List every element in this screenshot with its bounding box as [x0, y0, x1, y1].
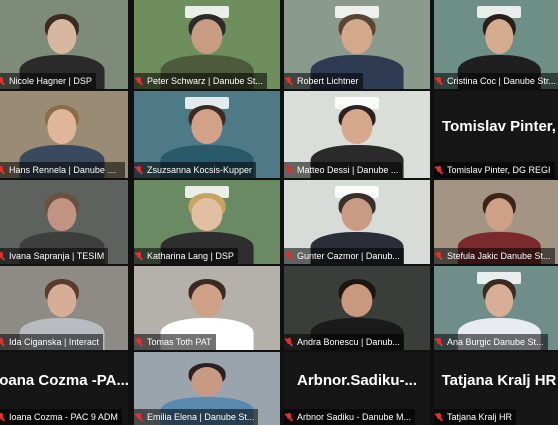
participant-name-bar: Ioana Cozma - PAC 9 ADM — [0, 409, 122, 425]
participant-name: Ana Burgic Danube St... — [447, 337, 544, 347]
participant-name: Gunter Cazmor | Danub... — [297, 251, 400, 261]
participant-name-bar: Tomas Toth PAT — [134, 334, 216, 350]
participant-display-name: Arbnor.Sadiku-... — [296, 372, 417, 389]
participant-tile[interactable]: Robert Lichtner — [284, 0, 430, 89]
participant-name: Ioana Cozma - PAC 9 ADM — [9, 412, 118, 422]
mic-muted-icon — [136, 412, 143, 422]
participant-tile[interactable]: Tomislav Pinter, Tomislav Pinter, DG REGI — [434, 91, 558, 178]
mic-muted-icon — [436, 165, 443, 175]
participant-tile[interactable]: Ana Burgic Danube St... — [434, 266, 558, 350]
participant-name-bar: Arbnor Sadiku - Danube M... — [284, 409, 416, 425]
participant-tile[interactable]: Stefula Jakic Danube St... — [434, 180, 558, 264]
participant-name-bar: Matteo Dessi | Danube ... — [284, 162, 403, 178]
participant-tile[interactable]: Zsuzsanna Kocsis-Kupper — [134, 91, 280, 178]
mic-muted-icon — [136, 76, 143, 86]
participant-display-name: Tatjana Kralj HR — [441, 372, 557, 389]
participant-name: Ida Ciganska | Interact — [9, 337, 99, 347]
participant-tile[interactable]: Ivana Sapranja | TESIM — [0, 180, 128, 264]
participant-name: Tomas Toth PAT — [147, 337, 212, 347]
participant-tile[interactable]: Cristina Coc | Danube Str... — [434, 0, 558, 89]
participant-tile[interactable]: Ioana Cozma -PA... Ioana Cozma - PAC 9 AD… — [0, 352, 128, 425]
participant-name-bar: Hans Rennela | Danube St... — [0, 162, 126, 178]
participant-name: Tatjana Kralj HR — [447, 412, 513, 422]
participant-name-bar: Emilia Elena | Danube St... — [134, 409, 259, 425]
participant-name: Tomislav Pinter, DG REGI — [447, 165, 551, 175]
participant-name: Robert Lichtner — [297, 76, 359, 86]
participant-name: Nicole Hagner | DSP — [9, 76, 92, 86]
participant-name-bar: Katharina Lang | DSP — [134, 248, 238, 264]
participant-name: Stefula Jakic Danube St... — [447, 251, 551, 261]
participant-tile[interactable]: Peter Schwarz | Danube St... — [134, 0, 280, 89]
mic-muted-icon — [136, 165, 143, 175]
participant-tile[interactable]: Andra Bonescu | Danub... — [284, 266, 430, 350]
participant-name-bar: Stefula Jakic Danube St... — [434, 248, 555, 264]
participant-tile[interactable]: Tomas Toth PAT — [134, 266, 280, 350]
participant-tile[interactable]: Ida Ciganska | Interact — [0, 266, 128, 350]
mic-muted-icon — [436, 337, 443, 347]
mic-muted-icon — [286, 337, 293, 347]
participant-name-bar: Ivana Sapranja | TESIM — [0, 248, 109, 264]
participant-name: Hans Rennela | Danube St... — [9, 165, 122, 175]
participant-name: Ivana Sapranja | TESIM — [9, 251, 105, 261]
mic-muted-icon — [136, 337, 143, 347]
participant-tile[interactable]: Emilia Elena | Danube St... — [134, 352, 280, 425]
mic-muted-icon — [0, 76, 5, 86]
video-grid: Nicole Hagner | DSP Peter Schwarz | Danub… — [0, 0, 558, 425]
mic-muted-icon — [0, 412, 5, 422]
mic-muted-icon — [436, 76, 443, 86]
participant-tile[interactable]: Arbnor.Sadiku-... Arbnor Sadiku - Danube … — [284, 352, 430, 425]
participant-name: Arbnor Sadiku - Danube M... — [297, 412, 412, 422]
participant-name: Matteo Dessi | Danube ... — [297, 165, 399, 175]
participant-name-bar: Tomislav Pinter, DG REGI — [434, 162, 555, 178]
participant-name: Katharina Lang | DSP — [147, 251, 234, 261]
mic-muted-icon — [286, 76, 293, 86]
mic-muted-icon — [286, 412, 293, 422]
participant-name-bar: Ida Ciganska | Interact — [0, 334, 103, 350]
participant-tile[interactable]: Gunter Cazmor | Danub... — [284, 180, 430, 264]
participant-name-bar: Tatjana Kralj HR — [434, 409, 517, 425]
participant-name-bar: Peter Schwarz | Danube St... — [134, 73, 267, 89]
participant-name: Emilia Elena | Danube St... — [147, 412, 255, 422]
participant-tile[interactable]: Katharina Lang | DSP — [134, 180, 280, 264]
mic-muted-icon — [286, 251, 293, 261]
participant-name-bar: Cristina Coc | Danube Str... — [434, 73, 558, 89]
participant-name: Zsuzsanna Kocsis-Kupper — [147, 165, 253, 175]
participant-tile[interactable]: Hans Rennela | Danube St... — [0, 91, 128, 178]
participant-display-name: Tomislav Pinter, — [442, 118, 556, 135]
participant-display-name: Ioana Cozma -PA... — [0, 372, 128, 389]
mic-muted-icon — [0, 251, 5, 261]
participant-tile[interactable]: Nicole Hagner | DSP — [0, 0, 128, 89]
participant-name-bar: Gunter Cazmor | Danub... — [284, 248, 404, 264]
mic-muted-icon — [436, 251, 443, 261]
mic-muted-icon — [0, 165, 5, 175]
participant-name: Peter Schwarz | Danube St... — [147, 76, 263, 86]
participant-tile[interactable]: Tatjana Kralj HR Tatjana Kralj HR — [434, 352, 558, 425]
mic-muted-icon — [436, 412, 443, 422]
participant-name-bar: Zsuzsanna Kocsis-Kupper — [134, 162, 257, 178]
participant-name: Andra Bonescu | Danub... — [297, 337, 400, 347]
participant-name: Cristina Coc | Danube Str... — [447, 76, 556, 86]
participant-tile[interactable]: Matteo Dessi | Danube ... — [284, 91, 430, 178]
mic-muted-icon — [136, 251, 143, 261]
participant-name-bar: Robert Lichtner — [284, 73, 363, 89]
participant-name-bar: Ana Burgic Danube St... — [434, 334, 548, 350]
participant-name-bar: Nicole Hagner | DSP — [0, 73, 96, 89]
mic-muted-icon — [286, 165, 293, 175]
participant-name-bar: Andra Bonescu | Danub... — [284, 334, 404, 350]
mic-muted-icon — [0, 337, 5, 347]
